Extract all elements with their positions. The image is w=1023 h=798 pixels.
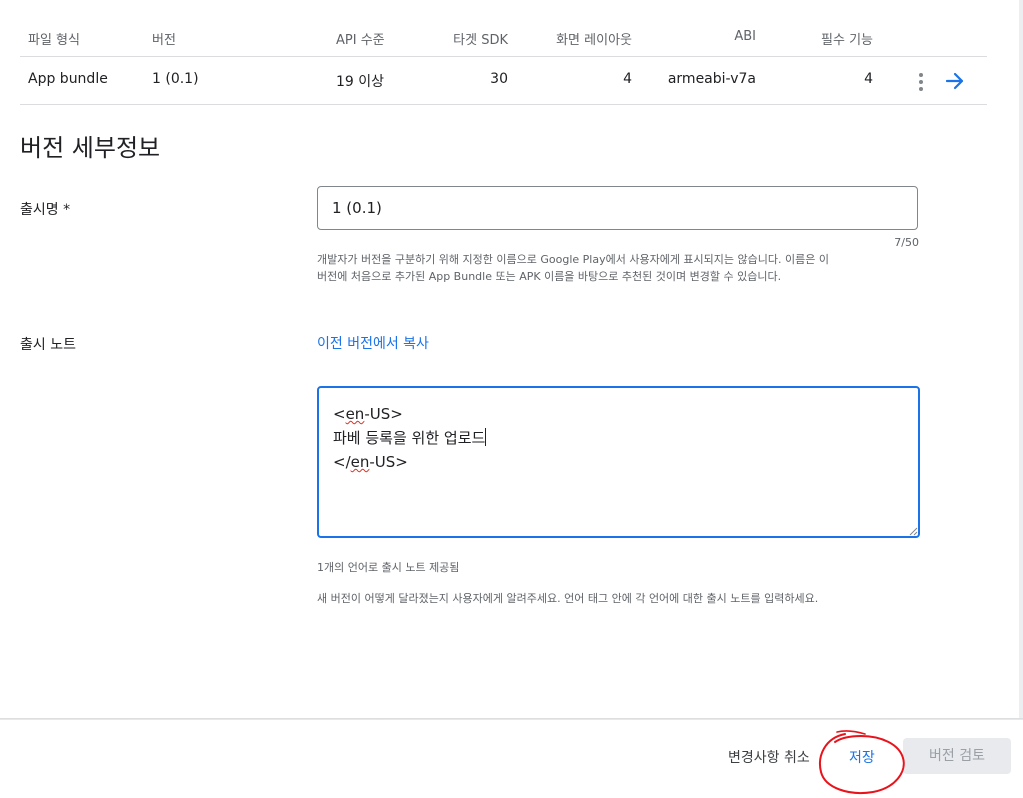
- language-count-note: 1개의 언어로 출시 노트 제공됨: [317, 561, 460, 574]
- release-notes-help: 새 버전이 어떻게 달라졌는지 사용자에게 알려주세요. 언어 태그 안에 각 …: [317, 592, 819, 605]
- character-counter: 7/50: [894, 236, 919, 249]
- resize-handle-icon[interactable]: [908, 526, 918, 536]
- col-header-screen-layout: 화면 레이아웃: [556, 33, 632, 48]
- release-name-label: 출시명 *: [20, 202, 71, 218]
- discard-changes-button[interactable]: 변경사항 취소: [728, 747, 810, 767]
- cell-format: App bundle: [28, 71, 108, 87]
- release-name-input[interactable]: [317, 186, 918, 230]
- col-header-target-sdk: 타겟 SDK: [453, 33, 508, 48]
- release-name-help-line1: 개발자가 버전을 구분하기 위해 지정한 이름으로 Google Play에서 …: [317, 253, 829, 266]
- col-header-required-features: 필수 기능: [821, 33, 873, 48]
- cell-abi: armeabi-v7a: [667, 71, 756, 87]
- cell-screen-layout: 4: [623, 71, 632, 87]
- table-header-divider: [20, 56, 987, 57]
- text-cursor: [485, 428, 487, 446]
- arrow-right-icon[interactable]: [944, 71, 966, 91]
- save-button[interactable]: 저장: [849, 747, 875, 767]
- notes-line-1: <en-US>: [333, 405, 403, 423]
- col-header-abi: ABI: [734, 29, 756, 44]
- table-bottom-divider: [20, 104, 987, 105]
- cell-version: 1 (0.1): [152, 71, 199, 87]
- more-vert-icon[interactable]: [916, 72, 926, 92]
- cell-target-sdk: 30: [490, 71, 508, 87]
- col-header-format: 파일 형식: [28, 33, 80, 48]
- cell-required-features: 4: [864, 71, 873, 87]
- col-header-version: 버전: [152, 33, 176, 48]
- cell-api: 19 이상: [336, 74, 385, 90]
- copy-from-previous-link[interactable]: 이전 버전에서 복사: [317, 333, 429, 353]
- release-notes-label: 출시 노트: [20, 337, 76, 353]
- review-release-button: 버전 검토: [903, 738, 1011, 774]
- notes-line-3: </en-US>: [333, 453, 408, 471]
- col-header-api: API 수준: [336, 33, 385, 48]
- release-name-help-line2: 버전에 처음으로 추가된 App Bundle 또는 APK 이름을 바탕으로 …: [317, 270, 782, 283]
- scrollbar-track[interactable]: [1019, 0, 1023, 718]
- section-title: 버전 세부정보: [20, 134, 161, 162]
- notes-line-2: 파베 등록을 위한 업로드: [333, 428, 487, 447]
- release-notes-textarea[interactable]: <en-US> 파베 등록을 위한 업로드 </en-US>: [317, 386, 920, 538]
